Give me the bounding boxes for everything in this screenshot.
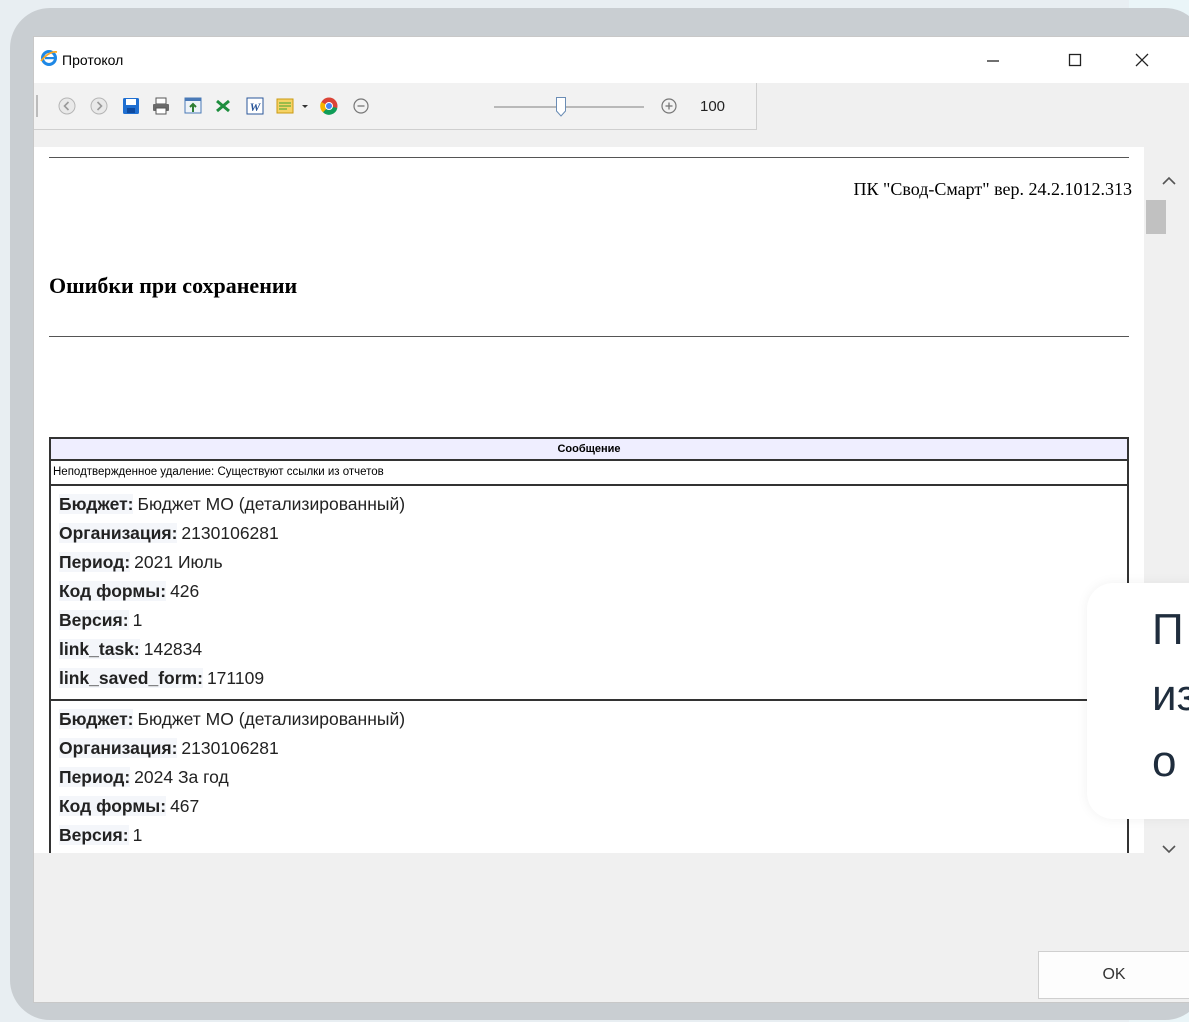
report-title: Ошибки при сохранении bbox=[49, 273, 298, 298]
table-header: Сообщение bbox=[51, 439, 1127, 461]
field-label: Версия: bbox=[59, 825, 129, 845]
record-field: Организация: 2130106281 bbox=[59, 734, 1127, 763]
toolbar-grip bbox=[36, 95, 38, 117]
field-label: Организация: bbox=[59, 523, 178, 543]
record-field: Бюджет: Бюджет МО (детализированный) bbox=[59, 705, 1127, 734]
protocol-window: Протокол W 100 ПК "Свод-Смарт" вер. 24.2… bbox=[33, 36, 1189, 1003]
print-icon[interactable] bbox=[150, 95, 172, 117]
close-button[interactable] bbox=[1127, 47, 1157, 73]
svg-text:W: W bbox=[250, 100, 262, 114]
scrollbar-thumb[interactable] bbox=[1146, 200, 1166, 234]
scroll-down-icon[interactable] bbox=[1154, 837, 1184, 861]
window-title: Протокол bbox=[62, 52, 124, 68]
record-field: link_task: 142834 bbox=[59, 635, 1127, 664]
field-label: Период: bbox=[59, 552, 131, 572]
field-value: Бюджет МО (детализированный) bbox=[137, 709, 406, 729]
field-value: 2021 Июль bbox=[134, 552, 223, 572]
zoom-slider-thumb[interactable] bbox=[556, 97, 566, 117]
record-field: Бюджет: Бюджет МО (детализированный) bbox=[59, 490, 1127, 519]
version-label: ПК "Свод-Смарт" вер. 24.2.1012.313 bbox=[853, 179, 1133, 199]
record-field: Период: 2024 За год bbox=[59, 763, 1127, 792]
scroll-up-icon[interactable] bbox=[1154, 169, 1184, 193]
message-row: Неподтвержденное удаление: Существуют сс… bbox=[51, 461, 1127, 486]
field-label: Бюджет: bbox=[59, 709, 134, 729]
overlay-line-3: о bbox=[1152, 737, 1177, 786]
field-value: 2024 За год bbox=[134, 767, 229, 787]
field-value: 2130106281 bbox=[181, 738, 279, 758]
field-label: Период: bbox=[59, 767, 131, 787]
toolbar: W 100 bbox=[34, 83, 757, 130]
maximize-button[interactable] bbox=[1060, 47, 1090, 73]
record-field: Организация: 2130106281 bbox=[59, 519, 1127, 548]
back-icon[interactable] bbox=[56, 95, 78, 117]
field-value: 171109 bbox=[206, 668, 265, 688]
field-value: 467 bbox=[170, 796, 200, 816]
record-field: link_task:168093 bbox=[59, 850, 1127, 853]
dropdown-icon[interactable] bbox=[298, 95, 312, 117]
field-value: 142834 bbox=[143, 639, 203, 659]
excel-icon[interactable] bbox=[212, 95, 234, 117]
zoom-slider-track[interactable] bbox=[494, 106, 644, 108]
field-label: Код формы: bbox=[59, 796, 167, 816]
report-viewport: ПК "Свод-Смарт" вер. 24.2.1012.313 Ошибк… bbox=[34, 147, 1144, 853]
record-field: Код формы: 426 bbox=[59, 577, 1127, 606]
title-bar: Протокол bbox=[34, 37, 1189, 83]
record-field: link_saved_form: 171109 bbox=[59, 664, 1127, 693]
field-value: Бюджет МО (детализированный) bbox=[137, 494, 406, 514]
word-icon[interactable]: W bbox=[244, 95, 266, 117]
record-field: Код формы: 467 bbox=[59, 792, 1127, 821]
title-divider bbox=[49, 336, 1129, 337]
field-label: Организация: bbox=[59, 738, 178, 758]
forward-icon[interactable] bbox=[88, 95, 110, 117]
record-field: Период: 2021 Июль bbox=[59, 548, 1127, 577]
errors-table: Сообщение Неподтвержденное удаление: Сущ… bbox=[49, 437, 1129, 853]
overlay-line-2: из bbox=[1152, 671, 1189, 720]
field-value: 1 bbox=[132, 610, 143, 630]
field-value: 1 bbox=[132, 825, 143, 845]
field-label: link_task: bbox=[59, 639, 140, 659]
overlay-card: П из о bbox=[1087, 583, 1189, 819]
field-label: Код формы: bbox=[59, 581, 167, 601]
record-field: Версия: 1 bbox=[59, 821, 1127, 850]
record-block: Бюджет: Бюджет МО (детализированный) Орган… bbox=[51, 701, 1127, 853]
zoom-out-icon[interactable] bbox=[350, 95, 372, 117]
zoom-value: 100 bbox=[700, 98, 726, 115]
field-label: Бюджет: bbox=[59, 494, 134, 514]
save-icon[interactable] bbox=[120, 95, 142, 117]
minimize-button[interactable] bbox=[978, 47, 1008, 73]
records-container: Бюджет: Бюджет МО (детализированный) Орган… bbox=[51, 486, 1127, 853]
field-label: link_saved_form: bbox=[59, 668, 203, 688]
field-value: 426 bbox=[170, 581, 200, 601]
mail-merge-icon[interactable] bbox=[274, 95, 296, 117]
export-icon[interactable] bbox=[182, 95, 204, 117]
top-divider bbox=[49, 157, 1129, 158]
ie-icon bbox=[40, 49, 58, 67]
field-label: Версия: bbox=[59, 610, 129, 630]
chrome-icon[interactable] bbox=[318, 95, 340, 117]
record-block: Бюджет: Бюджет МО (детализированный) Орган… bbox=[51, 486, 1127, 701]
ok-button[interactable]: OK bbox=[1038, 951, 1189, 999]
record-field: Версия: 1 bbox=[59, 606, 1127, 635]
overlay-line-1: П bbox=[1152, 605, 1184, 654]
field-value: 2130106281 bbox=[181, 523, 279, 543]
zoom-in-icon[interactable] bbox=[658, 95, 680, 117]
